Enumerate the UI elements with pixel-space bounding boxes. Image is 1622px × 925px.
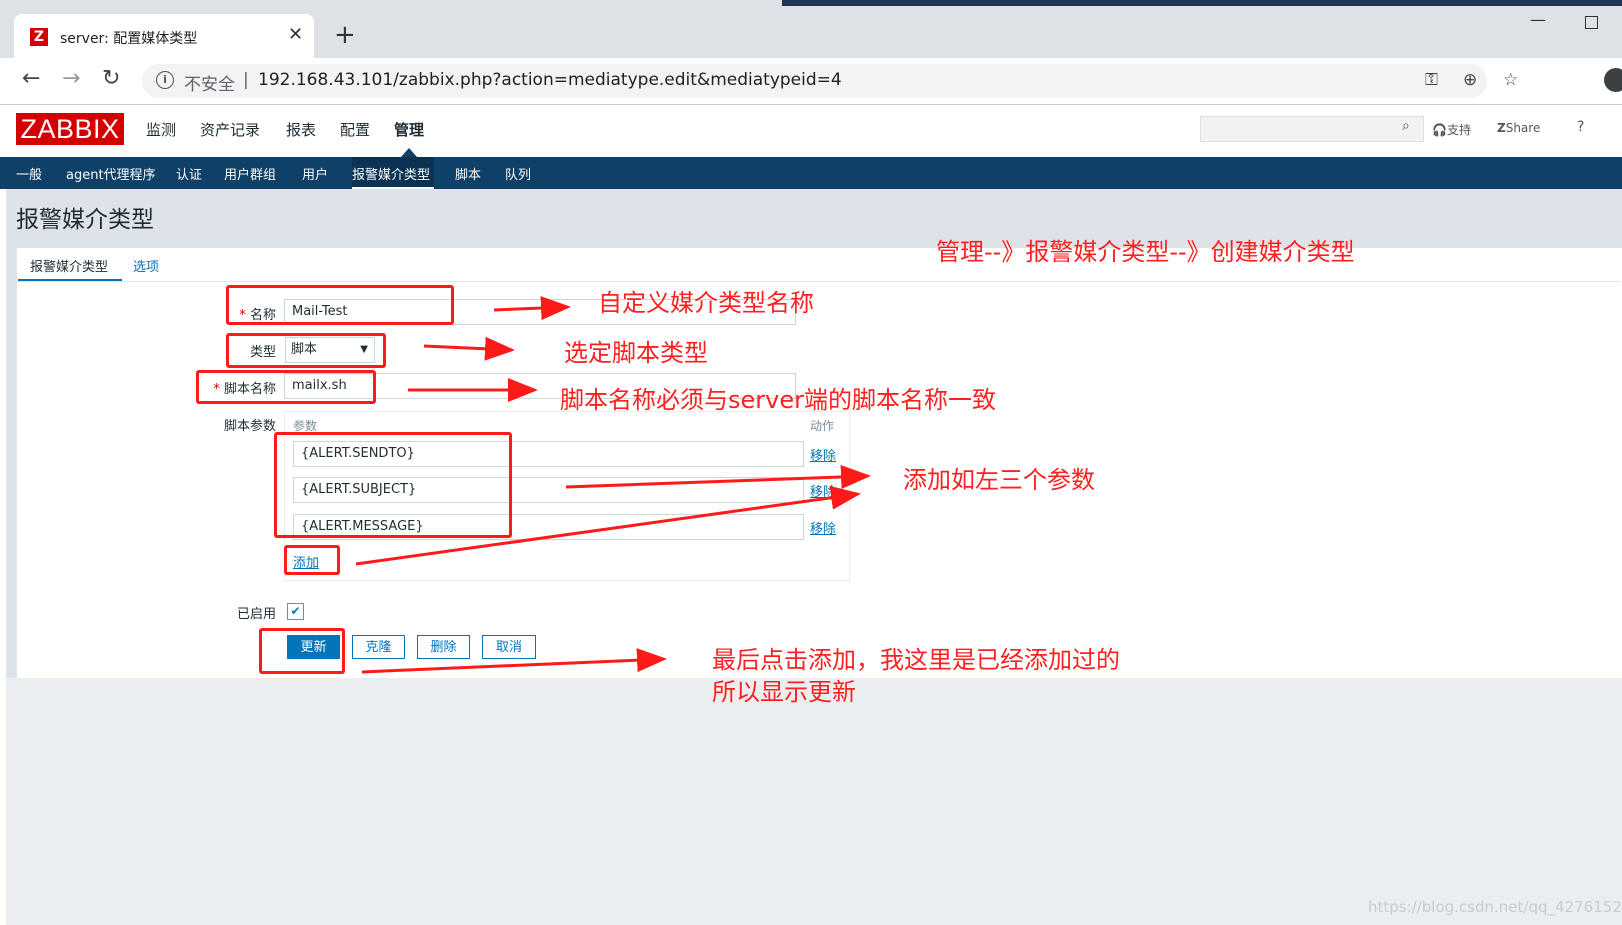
arrow-update	[361, 648, 667, 674]
annotation-params-note: 添加如左三个参数	[903, 466, 1095, 494]
arrow-type	[423, 336, 515, 361]
annotation-arrows	[355, 296, 871, 674]
annotation-update-note-1: 最后点击添加，我这里是已经添加过的	[712, 646, 1120, 674]
annotation-update-note-2: 所以显示更新	[712, 678, 856, 706]
arrow-name	[493, 296, 571, 321]
arrow-params-2	[355, 485, 861, 566]
annotation-name-note: 自定义媒介类型名称	[598, 289, 814, 317]
annotation-path: 管理--》报警媒介类型--》创建媒介类型	[936, 238, 1355, 266]
annotation-type-note: 选定脚本类型	[564, 339, 708, 367]
arrow-params-1	[565, 464, 871, 489]
annotation-script-note: 脚本名称必须与server端的脚本名称一致	[560, 386, 996, 414]
watermark: https://blog.csdn.net/qq_42761527	[1368, 898, 1622, 916]
